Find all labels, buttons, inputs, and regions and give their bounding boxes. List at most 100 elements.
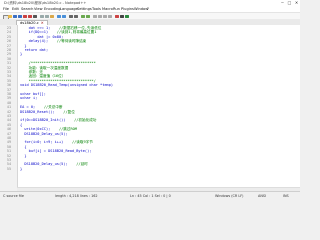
menu-tools[interactable]: Tools	[92, 7, 101, 11]
code-text: DS18B20_Delay_us(5);	[24, 162, 68, 167]
code-text: buf[i] = DS18B20_Read_Byte();	[28, 149, 92, 154]
code-comment: //读取9字节	[71, 140, 93, 145]
print-icon[interactable]	[33, 14, 37, 19]
code-editor[interactable]: 23 24 25 26 27 28 29 30 31 32 33 34 35 36 37 38 39 40 41 42…	[0, 25, 300, 191]
line-number: 55	[6, 166, 11, 171]
code-line[interactable]: if(DQ==1) //读到1,则将最高位置1	[20, 30, 97, 35]
close-all-icon[interactable]	[28, 14, 32, 19]
code-text: if(DQ==1)	[28, 30, 49, 35]
line-number: 49	[6, 140, 11, 145]
save-icon[interactable]	[13, 14, 17, 19]
code-line[interactable]: EA = 0; //关总中断	[20, 105, 63, 109]
line-number: 40	[6, 100, 11, 105]
line-number: 48	[6, 136, 11, 140]
stop-macro-icon[interactable]	[120, 14, 124, 19]
code-line[interactable]: if(0==DS18B20_Init()) //初始化成功	[20, 118, 96, 122]
code-text: DS18B20_Delay_us(5);	[24, 131, 68, 136]
line-number: 47	[6, 131, 11, 136]
code-comment: /******************************	[28, 61, 96, 66]
line-number: 44	[6, 118, 11, 123]
paste-icon[interactable]	[50, 14, 54, 19]
line-number: 25	[6, 34, 11, 39]
line-number: 26	[6, 39, 11, 44]
copy-icon[interactable]	[45, 14, 49, 19]
code-line[interactable]	[20, 88, 29, 92]
tab-label: ds18b20.c	[20, 20, 39, 25]
code-line[interactable]: DS18B20_Reset(); //复位	[20, 110, 75, 114]
code-line[interactable]: 返回：温度值（16位）	[20, 74, 66, 78]
menu-help[interactable]: ?	[147, 7, 149, 11]
line-number: 41	[6, 105, 11, 110]
code-line[interactable]: }	[20, 44, 35, 48]
menu-search[interactable]: Search	[21, 7, 33, 11]
code-text: void DS18B20_Read_Temp(unsigned char *te…	[20, 83, 114, 88]
code-line[interactable]: /******************************	[20, 61, 96, 65]
line-number: 43	[6, 114, 11, 118]
line-number: 29	[6, 52, 11, 57]
menu-encoding[interactable]: Encoding	[44, 7, 61, 11]
menu-view[interactable]: View	[34, 7, 43, 11]
line-number: 35	[6, 78, 11, 83]
line-number: 36	[6, 83, 11, 88]
redo-icon[interactable]	[62, 14, 66, 19]
menu-macro[interactable]: Macro	[102, 7, 113, 11]
code-comment: //关总中断	[43, 105, 63, 110]
code-line[interactable]: DS18B20_Delay_us(5);	[20, 132, 76, 136]
line-number: 34	[6, 74, 11, 79]
zoom-in-icon[interactable]	[81, 14, 85, 19]
code-line[interactable]: write(0xCC); //跳过ROM	[20, 127, 77, 131]
close-file-icon[interactable]	[23, 14, 27, 19]
code-line[interactable]: delay(4); //等待读时隙结束	[20, 39, 87, 43]
line-number: 37	[6, 87, 11, 92]
code-line[interactable]: uchar buf[];	[20, 92, 55, 96]
line-number: 38	[6, 92, 11, 96]
word-wrap-icon[interactable]	[98, 14, 102, 19]
cut-icon[interactable]	[40, 14, 44, 19]
status-file-type: C source file	[3, 194, 24, 199]
sync-scroll-icon[interactable]	[93, 14, 97, 19]
open-file-icon[interactable]	[8, 14, 12, 19]
code-line[interactable]: void DS18B20_Read_Temp(unsigned char *te…	[20, 83, 122, 87]
zoom-out-icon[interactable]	[86, 14, 90, 19]
undo-icon[interactable]	[57, 14, 61, 19]
code-line[interactable]: DS18B20_Delay_us(5); //延时	[20, 162, 87, 167]
play-macro-icon[interactable]	[125, 14, 129, 19]
menu-plugins[interactable]: Plugins	[121, 7, 134, 11]
code-comment: 功能：读取一次温度数据	[28, 65, 69, 70]
line-number: 27	[6, 43, 11, 48]
notepad-window: D:\资料\ds18b20\程序\ds18b20.c - Notepad++ ─…	[0, 0, 300, 201]
code-line[interactable]: }	[20, 167, 31, 171]
replace-icon[interactable]	[74, 14, 78, 19]
line-number: 54	[6, 162, 11, 167]
code-text: EA = 0;	[20, 105, 36, 110]
code-comment: //读到1,则将最高位置1	[56, 30, 97, 35]
code-line[interactable]: ******************************/	[20, 79, 96, 83]
code-line[interactable]: {	[20, 145, 35, 149]
menu-file[interactable]: File	[3, 7, 9, 11]
menu-settings[interactable]: Settings	[77, 7, 92, 11]
line-number: 39	[6, 96, 11, 101]
menu-run[interactable]: Run	[113, 7, 120, 11]
code-line[interactable]: }	[20, 154, 35, 158]
record-macro-icon[interactable]	[115, 14, 119, 19]
line-number: 24	[6, 30, 11, 35]
show-all-chars-icon[interactable]	[103, 14, 107, 19]
save-all-icon[interactable]	[18, 14, 22, 19]
code-line[interactable]: for(i=0; i<9; i++) //读取9字节	[20, 140, 93, 145]
indent-guide-icon[interactable]	[108, 14, 112, 19]
code-line[interactable]: buf[i] = DS18B20_Read_Byte();	[20, 149, 100, 153]
code-line[interactable]	[20, 57, 29, 61]
find-icon[interactable]	[69, 14, 73, 19]
status-mode: INS	[283, 194, 289, 199]
code-text: if(0==DS18B20_Init())	[20, 118, 66, 123]
code-line[interactable]: }	[20, 52, 31, 56]
code-line[interactable]: return dat;	[20, 48, 57, 52]
menu-language[interactable]: Language	[60, 7, 78, 11]
code-text: uchar buf[];	[20, 92, 46, 96]
code-line[interactable]: uchar i;	[20, 96, 46, 100]
tab-close-icon[interactable]: ✕	[41, 21, 44, 25]
code-comment: ******************************/	[28, 78, 96, 83]
menu-edit[interactable]: Edit	[12, 7, 19, 11]
code-line[interactable]: 功能：读取一次温度数据	[20, 65, 69, 70]
